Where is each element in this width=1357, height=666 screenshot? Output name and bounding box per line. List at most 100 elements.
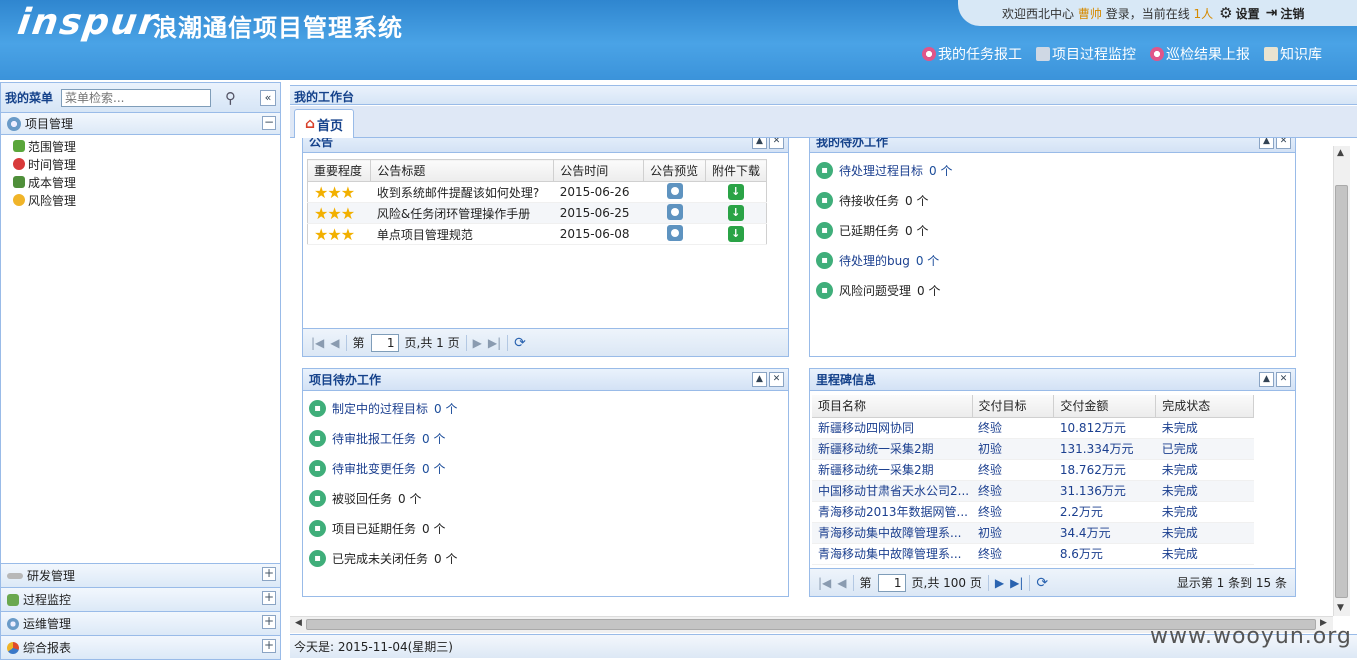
- first-page-button[interactable]: |◀: [818, 576, 831, 590]
- refresh-icon[interactable]: ⟳: [514, 335, 526, 351]
- task-item[interactable]: ▪ 制定中的过程目标 0 个: [303, 393, 788, 423]
- page-number-input[interactable]: 1: [370, 333, 399, 352]
- collapse-panel-button[interactable]: ▲: [752, 138, 767, 149]
- task-label[interactable]: 待处理过程目标: [839, 162, 923, 179]
- close-panel-button[interactable]: ✕: [769, 372, 784, 387]
- expand-icon[interactable]: +: [262, 567, 276, 581]
- task-item[interactable]: ▪ 已延期任务 0 个: [810, 215, 1295, 245]
- expand-icon[interactable]: +: [262, 615, 276, 629]
- task-label[interactable]: 待审批报工任务: [332, 430, 416, 447]
- close-panel-button[interactable]: ✕: [1276, 138, 1291, 149]
- collapse-panel-button[interactable]: ▲: [752, 372, 767, 387]
- menu-group-operations[interactable]: 运维管理 +: [1, 611, 280, 635]
- notice-title[interactable]: 单点项目管理规范: [370, 223, 554, 245]
- prev-page-button[interactable]: ◀: [330, 336, 339, 350]
- collapse-panel-button[interactable]: ▲: [1259, 138, 1274, 149]
- task-label[interactable]: 待接收任务: [839, 192, 899, 209]
- table-row[interactable]: 青海移动2013年数据网管... 终验 2.2万元 未完成: [812, 501, 1254, 523]
- table-row[interactable]: ★★★ 风险&任务闭环管理操作手册 2015-06-25 ↓: [307, 202, 767, 224]
- task-item[interactable]: ▪ 待接收任务 0 个: [810, 185, 1295, 215]
- notice-title[interactable]: 风险&任务闭环管理操作手册: [370, 202, 554, 224]
- prev-page-button[interactable]: ◀: [837, 576, 846, 590]
- download-icon[interactable]: ↓: [727, 226, 744, 242]
- table-row[interactable]: 青海移动集中故障管理系... 初验 34.4万元 未完成: [812, 522, 1254, 544]
- money-icon: [13, 176, 25, 188]
- project-name[interactable]: 青海移动2013年数据网管...: [812, 501, 972, 523]
- user-name[interactable]: 曹帅: [1078, 5, 1102, 22]
- settings-button[interactable]: ⚙ 设置: [1219, 4, 1259, 22]
- search-icon[interactable]: ⚲: [225, 89, 236, 107]
- last-page-button[interactable]: ▶|: [488, 336, 501, 350]
- collapse-sidebar-button[interactable]: «: [260, 89, 276, 106]
- task-label[interactable]: 被驳回任务: [332, 490, 392, 507]
- tab-home[interactable]: ⌂ 首页: [294, 109, 354, 138]
- menu-group-project-management[interactable]: 项目管理 −: [1, 113, 280, 135]
- menu-group-process-monitor[interactable]: 过程监控 +: [1, 587, 280, 611]
- last-page-button[interactable]: ▶|: [1010, 576, 1023, 590]
- quick-link-task-report[interactable]: 我的任务报工: [922, 44, 1022, 64]
- task-item[interactable]: ▪ 已完成未关闭任务 0 个: [303, 543, 788, 573]
- project-name[interactable]: 新疆移动统一采集2期: [812, 438, 972, 460]
- menu-group-reports[interactable]: 综合报表 +: [1, 635, 280, 659]
- tree-item-cost[interactable]: 成本管理: [13, 173, 280, 191]
- task-label[interactable]: 已完成未关闭任务: [332, 550, 428, 567]
- refresh-icon[interactable]: ⟳: [1036, 575, 1048, 591]
- logout-button[interactable]: ⇥ 注销: [1266, 5, 1305, 22]
- preview-icon[interactable]: [666, 224, 683, 241]
- tree-item-risk[interactable]: 风险管理: [13, 191, 280, 209]
- task-item[interactable]: ▪ 待处理过程目标 0 个: [810, 155, 1295, 185]
- table-row[interactable]: 新疆移动统一采集2期 初验 131.334万元 已完成: [812, 438, 1254, 460]
- project-name[interactable]: 新疆移动统一采集2期: [812, 459, 972, 481]
- table-row[interactable]: ★★★ 单点项目管理规范 2015-06-08 ↓: [307, 223, 767, 245]
- task-item[interactable]: ▪ 待处理的bug 0 个: [810, 245, 1295, 275]
- project-name[interactable]: 青海移动集中故障管理系...: [812, 522, 972, 544]
- task-item[interactable]: ▪ 被驳回任务 0 个: [303, 483, 788, 513]
- task-item[interactable]: ▪ 风险问题受理 0 个: [810, 275, 1295, 305]
- quick-link-inspection-report[interactable]: 巡检结果上报: [1150, 44, 1250, 64]
- next-page-button[interactable]: ▶: [995, 576, 1004, 590]
- close-panel-button[interactable]: ✕: [1276, 372, 1291, 387]
- table-row[interactable]: 新疆移动统一采集2期 终验 18.762万元 未完成: [812, 459, 1254, 481]
- preview-icon[interactable]: [666, 203, 683, 220]
- expand-icon[interactable]: +: [262, 639, 276, 653]
- download-icon[interactable]: ↓: [727, 205, 744, 221]
- notice-title[interactable]: 收到系统邮件提醒该如何处理?: [370, 181, 554, 203]
- task-label[interactable]: 制定中的过程目标: [332, 400, 428, 417]
- scroll-down-arrow[interactable]: ▼: [1337, 603, 1344, 613]
- collapse-icon[interactable]: −: [262, 116, 276, 130]
- scroll-up-arrow[interactable]: ▲: [1337, 148, 1344, 158]
- quick-link-process-monitor[interactable]: 项目过程监控: [1036, 44, 1136, 64]
- task-label[interactable]: 待处理的bug: [839, 252, 910, 269]
- tree-item-scope[interactable]: 范围管理: [13, 137, 280, 155]
- task-item[interactable]: ▪ 项目已延期任务 0 个: [303, 513, 788, 543]
- table-row[interactable]: 青海移动集中故障管理系... 终验 8.6万元 未完成: [812, 543, 1254, 565]
- menu-group-rd[interactable]: 研发管理 +: [1, 563, 280, 587]
- download-icon[interactable]: ↓: [727, 184, 744, 200]
- expand-icon[interactable]: +: [262, 591, 276, 605]
- page-number-input[interactable]: 1: [877, 573, 906, 592]
- task-label[interactable]: 已延期任务: [839, 222, 899, 239]
- task-label[interactable]: 项目已延期任务: [332, 520, 416, 537]
- task-label[interactable]: 待审批变更任务: [332, 460, 416, 477]
- collapse-panel-button[interactable]: ▲: [1259, 372, 1274, 387]
- preview-cell: [643, 202, 706, 224]
- menu-search-input[interactable]: [61, 88, 212, 107]
- preview-icon[interactable]: [666, 182, 683, 199]
- next-page-button[interactable]: ▶: [473, 336, 482, 350]
- project-name[interactable]: 青海移动集中故障管理系...: [812, 543, 972, 565]
- project-name[interactable]: 中国移动甘肃省天水公司2...: [812, 480, 972, 502]
- table-row[interactable]: 新疆移动四网协同 终验 10.812万元 未完成: [812, 417, 1254, 439]
- table-row[interactable]: 中国移动甘肃省天水公司2... 终验 31.136万元 未完成: [812, 480, 1254, 502]
- scroll-left-arrow[interactable]: ◀: [295, 618, 302, 628]
- project-name[interactable]: 新疆移动四网协同: [812, 417, 972, 439]
- delivery-amount: 131.334万元: [1053, 438, 1156, 460]
- task-item[interactable]: ▪ 待审批报工任务 0 个: [303, 423, 788, 453]
- table-row[interactable]: ★★★ 收到系统邮件提醒该如何处理? 2015-06-26 ↓: [307, 181, 767, 203]
- task-item[interactable]: ▪ 待审批变更任务 0 个: [303, 453, 788, 483]
- tree-item-time[interactable]: 时间管理: [13, 155, 280, 173]
- vertical-scroll-thumb[interactable]: [1335, 185, 1348, 598]
- close-panel-button[interactable]: ✕: [769, 138, 784, 149]
- task-label[interactable]: 风险问题受理: [839, 282, 911, 299]
- first-page-button[interactable]: |◀: [311, 336, 324, 350]
- quick-link-knowledge-base[interactable]: 知识库: [1264, 44, 1322, 64]
